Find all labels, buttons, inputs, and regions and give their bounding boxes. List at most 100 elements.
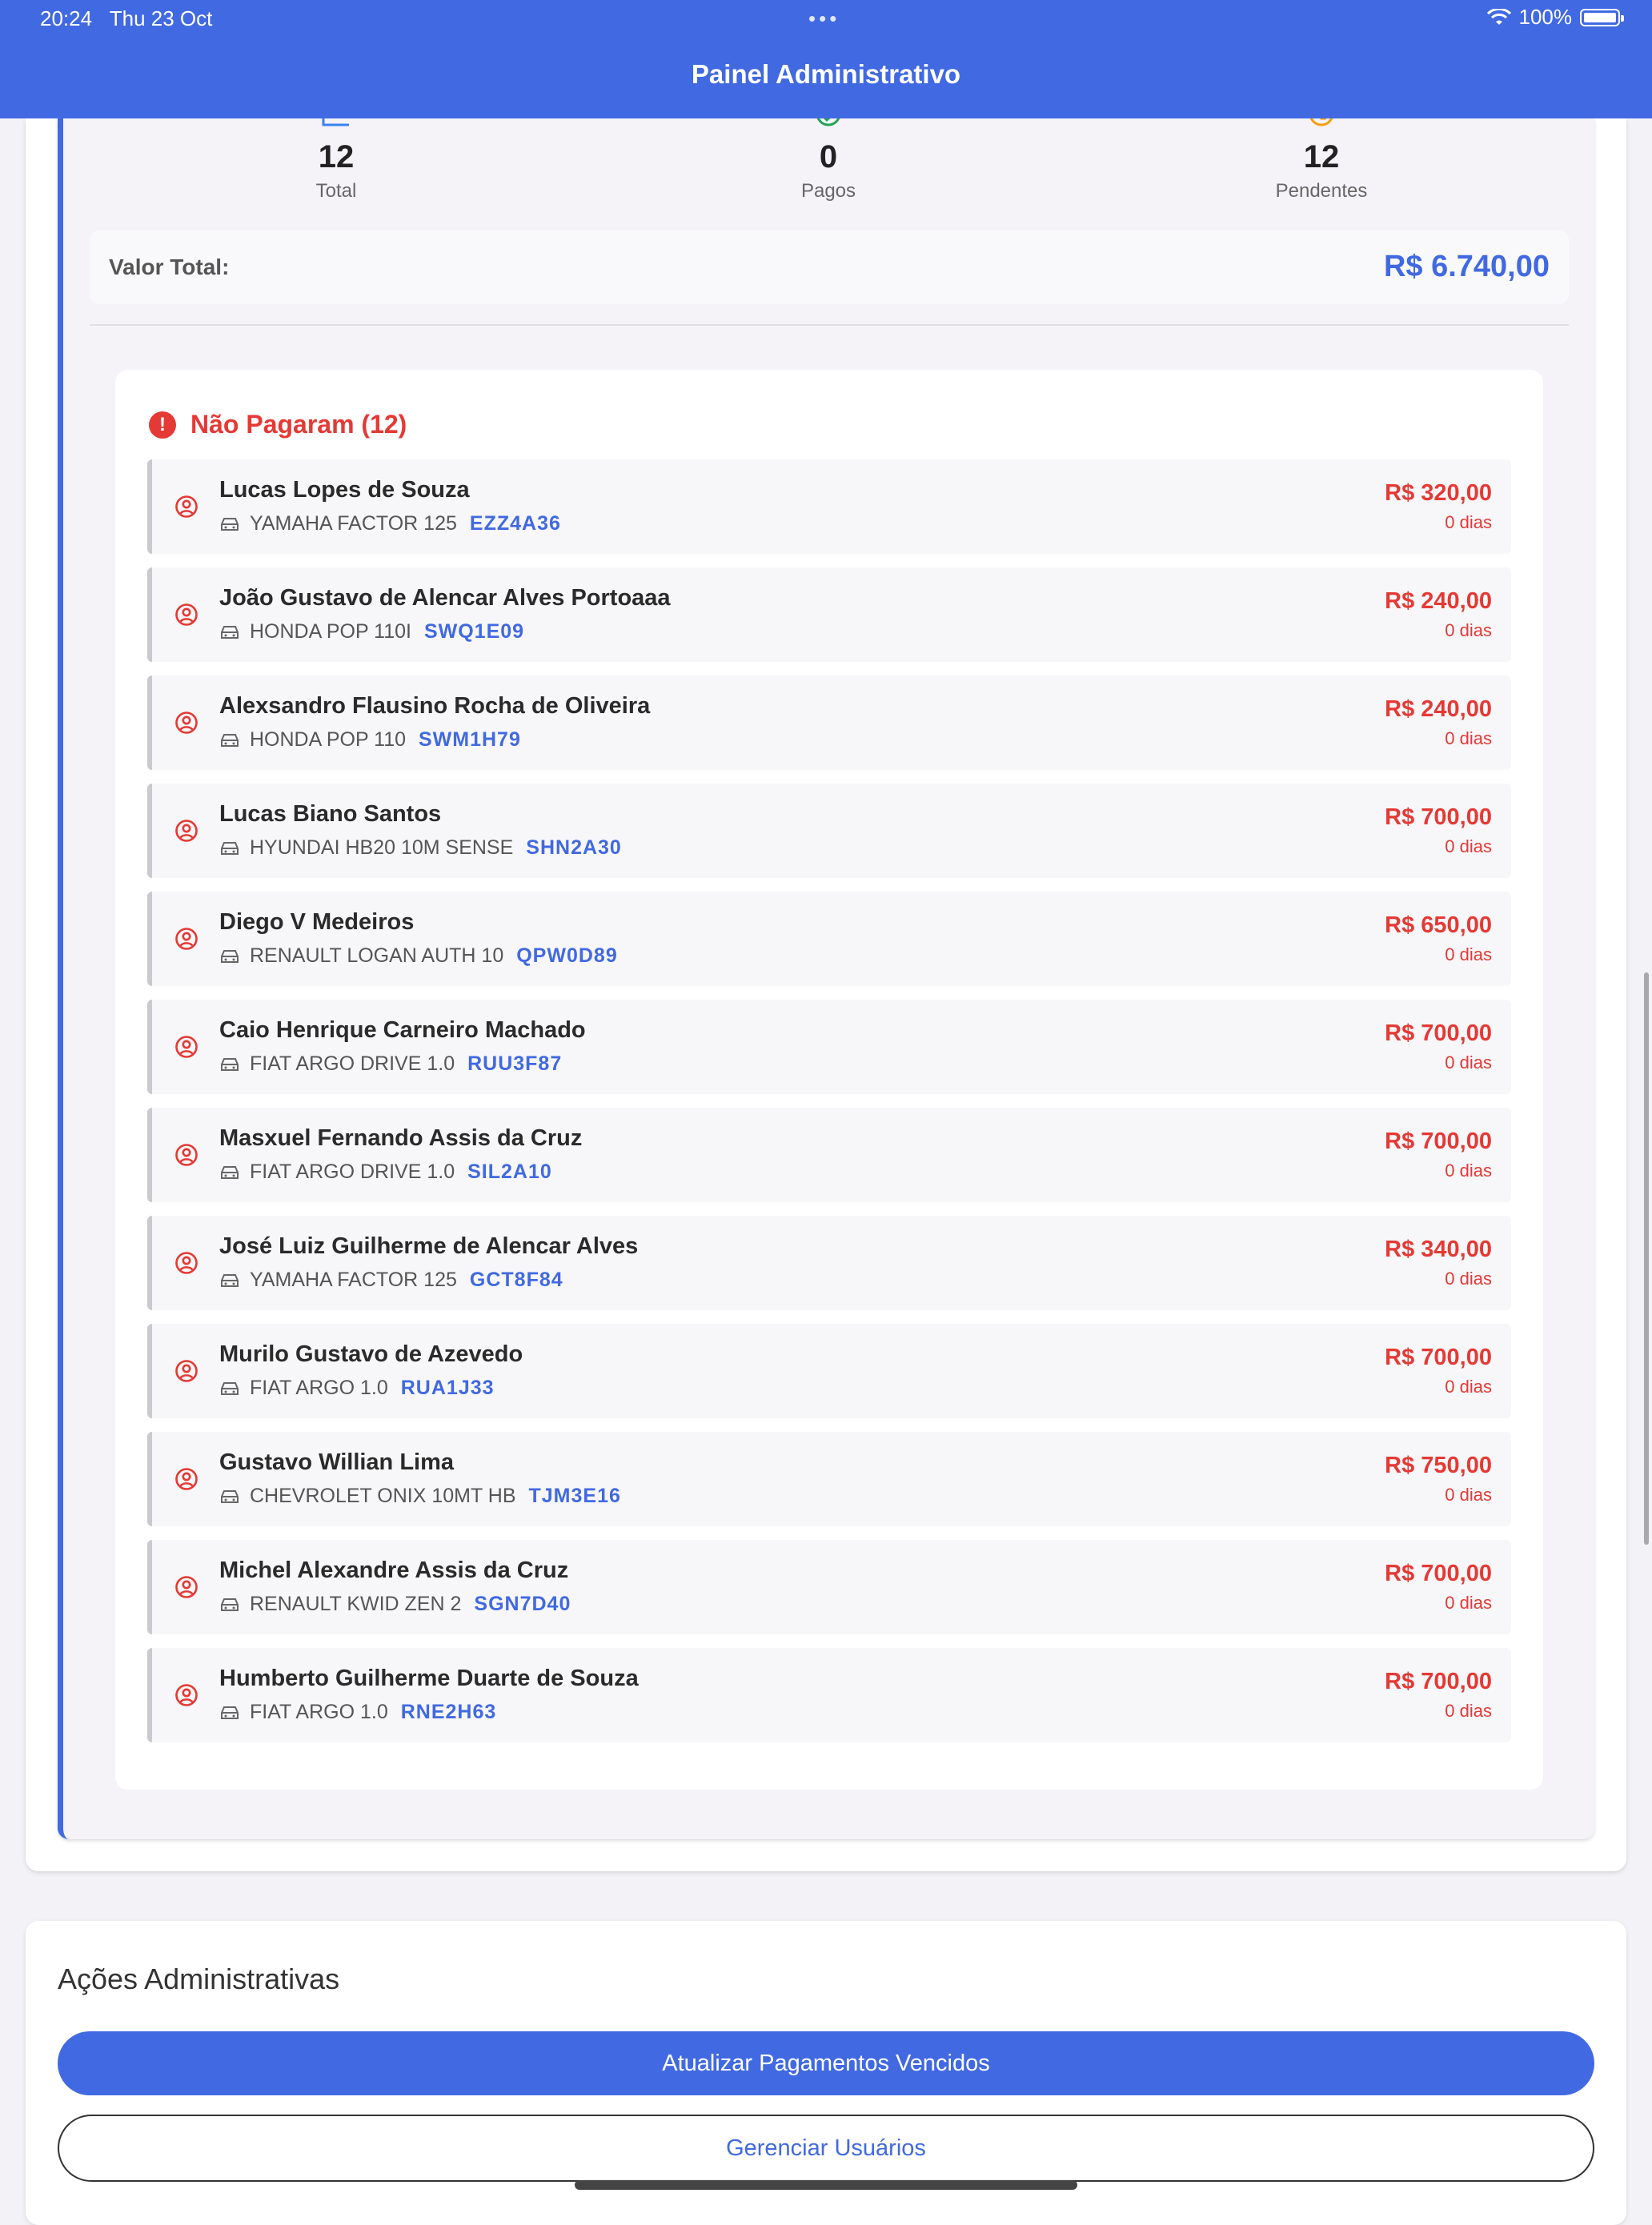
- unpaid-list-item[interactable]: Michel Alexandre Assis da Cruz RENAULT K…: [147, 1540, 1511, 1634]
- days-overdue: 0 dias: [1445, 1269, 1492, 1289]
- customer-name: Caio Henrique Carneiro Machado: [219, 1017, 586, 1043]
- status-indicators: 100%: [1486, 5, 1624, 30]
- vehicle-model: FIAT ARGO DRIVE 1.0: [250, 1052, 455, 1075]
- customer-name: Lucas Biano Santos: [219, 801, 442, 827]
- car-icon: [221, 625, 239, 639]
- days-overdue: 0 dias: [1445, 1052, 1492, 1072]
- user-circle-icon: [175, 1576, 198, 1598]
- amount-due: R$ 650,00: [1385, 912, 1492, 938]
- unpaid-list-item[interactable]: Masxuel Fernando Assis da Cruz FIAT ARGO…: [147, 1108, 1511, 1202]
- vehicle-model: RENAULT LOGAN AUTH 10: [250, 944, 504, 967]
- user-circle-icon: [175, 495, 198, 518]
- unpaid-list-item[interactable]: Humberto Guilherme Duarte de Souza FIAT …: [147, 1648, 1511, 1742]
- amount-due: R$ 240,00: [1385, 588, 1492, 614]
- amount-due: R$ 700,00: [1385, 1129, 1492, 1154]
- total-amount: R$ 6.740,00: [1383, 250, 1550, 283]
- unpaid-list-item[interactable]: Lucas Biano Santos HYUNDAI HB20 10M SENS…: [147, 784, 1511, 878]
- car-icon: [221, 1706, 239, 1719]
- unpaid-title: Não Pagaram (12): [190, 410, 407, 439]
- total-value-box: Valor Total: R$ 6.740,00: [90, 231, 1569, 304]
- total-label: Valor Total:: [109, 255, 230, 279]
- vehicle-info: YAMAHA FACTOR 125 EZZ4A36: [219, 512, 561, 535]
- amount-due: R$ 340,00: [1385, 1237, 1492, 1262]
- vehicle-model: HONDA POP 110I: [250, 620, 411, 643]
- vehicle-info: YAMAHA FACTOR 125 GCT8F84: [219, 1269, 563, 1292]
- vehicle-info: HONDA POP 110I SWQ1E09: [219, 620, 524, 643]
- vehicle-plate: EZZ4A36: [469, 512, 561, 535]
- vehicle-info: HONDA POP 110 SWM1H79: [219, 728, 521, 752]
- scrollbar[interactable]: [1644, 972, 1649, 1545]
- stat-paid-value: 0: [819, 139, 838, 174]
- unpaid-list-item[interactable]: João Gustavo de Alencar Alves Portoaaa H…: [147, 567, 1511, 662]
- user-circle-icon: [175, 820, 198, 842]
- unpaid-panel: ! Não Pagaram (12) Lucas Lopes de Souza …: [115, 370, 1543, 1790]
- days-overdue: 0 dias: [1445, 944, 1492, 964]
- stat-pending-value: 12: [1303, 139, 1340, 174]
- car-icon: [221, 1598, 239, 1611]
- car-icon: [221, 1381, 239, 1395]
- vehicle-plate: SWQ1E09: [423, 620, 525, 643]
- amount-due: R$ 320,00: [1385, 480, 1492, 506]
- home-indicator[interactable]: [575, 2180, 1077, 2190]
- vehicle-plate: SIL2A10: [467, 1161, 552, 1183]
- vehicle-info: HYUNDAI HB20 10M SENSE SHN2A30: [219, 836, 622, 860]
- update-overdue-payments-button[interactable]: Atualizar Pagamentos Vencidos: [58, 2031, 1594, 2095]
- stat-pending-label: Pendentes: [1275, 180, 1368, 202]
- amount-due: R$ 700,00: [1385, 1345, 1492, 1370]
- vehicle-plate: RUA1J33: [400, 1377, 495, 1399]
- unpaid-list-item[interactable]: Lucas Lopes de Souza YAMAHA FACTOR 125 E…: [147, 459, 1511, 554]
- car-icon: [221, 517, 239, 531]
- alert-icon: !: [149, 411, 176, 439]
- user-circle-icon: [175, 712, 198, 734]
- unpaid-list-item[interactable]: José Luiz Guilherme de Alencar Alves YAM…: [147, 1216, 1511, 1310]
- user-circle-icon: [175, 603, 198, 626]
- days-overdue: 0 dias: [1445, 836, 1492, 856]
- user-circle-icon: [175, 1468, 198, 1490]
- unpaid-list-item[interactable]: Murilo Gustavo de Azevedo FIAT ARGO 1.0 …: [147, 1324, 1511, 1418]
- admin-actions-card: Ações Administrativas Atualizar Pagament…: [26, 1921, 1626, 2225]
- unpaid-list-item[interactable]: Caio Henrique Carneiro Machado FIAT ARGO…: [147, 1000, 1511, 1094]
- amount-due: R$ 700,00: [1385, 1020, 1492, 1046]
- car-icon: [221, 1273, 239, 1287]
- days-overdue: 0 dias: [1445, 1485, 1492, 1505]
- amount-due: R$ 700,00: [1385, 804, 1492, 830]
- unpaid-list-item[interactable]: Diego V Medeiros RENAULT LOGAN AUTH 10 Q…: [147, 892, 1511, 986]
- admin-actions-title: Ações Administrativas: [58, 1962, 340, 1995]
- vehicle-model: FIAT ARGO DRIVE 1.0: [250, 1161, 455, 1183]
- amount-due: R$ 700,00: [1385, 1561, 1492, 1586]
- unpaid-list: Lucas Lopes de Souza YAMAHA FACTOR 125 E…: [147, 459, 1511, 1756]
- customer-name: Humberto Guilherme Duarte de Souza: [219, 1666, 639, 1691]
- user-circle-icon: [175, 1036, 198, 1058]
- vehicle-plate: RNE2H63: [400, 1701, 497, 1723]
- vehicle-info: CHEVROLET ONIX 10MT HB TJM3E16: [219, 1485, 621, 1508]
- status-time: 20:24 Thu 23 Oct: [40, 6, 212, 31]
- multitasking-dots-icon[interactable]: •••: [808, 6, 840, 31]
- status-clock: 20:24: [40, 6, 93, 30]
- stat-total-value: 12: [318, 139, 355, 174]
- days-overdue: 0 dias: [1445, 620, 1492, 640]
- car-icon: [221, 733, 239, 747]
- vehicle-info: FIAT ARGO DRIVE 1.0 SIL2A10: [219, 1161, 552, 1184]
- vehicle-plate: TJM3E16: [528, 1485, 621, 1507]
- days-overdue: 0 dias: [1445, 1377, 1492, 1397]
- car-icon: [221, 1165, 239, 1179]
- customer-name: Gustavo Willian Lima: [219, 1449, 455, 1475]
- vehicle-info: FIAT ARGO DRIVE 1.0 RUU3F87: [219, 1052, 562, 1076]
- vehicle-plate: SHN2A30: [526, 836, 622, 859]
- car-icon: [221, 1489, 239, 1503]
- vehicle-model: HONDA POP 110: [250, 728, 406, 751]
- user-circle-icon: [175, 1144, 198, 1166]
- vehicle-info: RENAULT LOGAN AUTH 10 QPW0D89: [219, 944, 618, 968]
- days-overdue: 0 dias: [1445, 1593, 1492, 1613]
- navigation-bar: 20:24 Thu 23 Oct ••• 100% Painel Adminis…: [0, 0, 1652, 118]
- vehicle-plate: SGN7D40: [474, 1593, 571, 1615]
- customer-name: Michel Alexandre Assis da Cruz: [219, 1558, 569, 1583]
- days-overdue: 0 dias: [1445, 512, 1492, 532]
- stat-paid-label: Pagos: [800, 180, 856, 202]
- manage-users-button[interactable]: Gerenciar Usuários: [58, 2115, 1594, 2182]
- battery-icon: [1580, 8, 1624, 26]
- vehicle-plate: RUU3F87: [467, 1052, 563, 1075]
- user-circle-icon: [175, 1360, 198, 1382]
- unpaid-list-item[interactable]: Alexsandro Flausino Rocha de Oliveira HO…: [147, 676, 1511, 770]
- unpaid-list-item[interactable]: Gustavo Willian Lima CHEVROLET ONIX 10MT…: [147, 1432, 1511, 1526]
